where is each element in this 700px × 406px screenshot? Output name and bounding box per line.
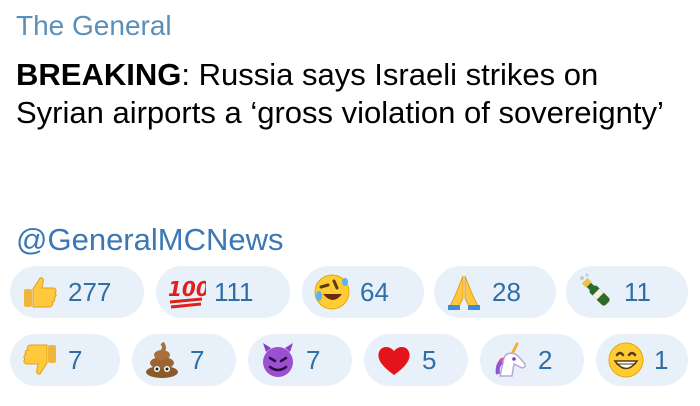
reaction-count: 277 [68,277,112,307]
reaction-count: 111 [214,277,254,307]
reaction-count: 28 [492,277,521,307]
folded-hands-icon [444,272,484,312]
channel-handle-link[interactable]: @GeneralMCNews [16,222,283,258]
reactions-row-1: 277 100 111 64 28 11 [10,266,700,326]
reaction-count: 1 [654,345,669,375]
reactions-bar: 277 100 111 64 28 11 7 7 7 5 2 1 [10,266,700,394]
thumbs-up-icon [20,272,60,312]
reaction-thumbs-up[interactable]: 277 [10,266,144,318]
reaction-count: 2 [538,345,553,375]
pile-of-poo-icon [142,340,182,380]
red-heart-icon [374,340,414,380]
reaction-hundred[interactable]: 100 111 [156,266,290,318]
reaction-devil[interactable]: 7 [248,334,352,386]
reaction-heart[interactable]: 5 [364,334,468,386]
reaction-count: 5 [422,345,437,375]
breaking-label: BREAKING [16,57,182,92]
reaction-count: 7 [68,345,83,375]
reaction-thumbs-down[interactable]: 7 [10,334,120,386]
reaction-unicorn[interactable]: 2 [480,334,584,386]
thumbs-down-icon [20,340,60,380]
reaction-count: 7 [306,345,321,375]
reaction-champagne[interactable]: 11 [566,266,688,318]
message-text: BREAKING: Russia says Israeli strikes on… [16,56,686,132]
grinning-face-icon [606,340,646,380]
reaction-poo[interactable]: 7 [132,334,236,386]
smiling-devil-icon [258,340,298,380]
reaction-count: 7 [190,345,205,375]
channel-name[interactable]: The General [16,8,172,44]
reaction-folded-hands[interactable]: 28 [434,266,556,318]
reaction-count: 11 [624,277,651,307]
breaking-separator: : [181,57,190,92]
unicorn-icon [490,340,530,380]
reactions-row-2: 7 7 7 5 2 1 [10,334,700,394]
rolling-laughing-icon [312,272,352,312]
reaction-count: 64 [360,277,389,307]
reaction-grinning[interactable]: 1 [596,334,688,386]
hundred-points-icon: 100 [166,272,206,312]
reaction-laughing[interactable]: 64 [302,266,424,318]
svg-text:100: 100 [168,277,206,301]
champagne-bottle-icon [576,272,616,312]
